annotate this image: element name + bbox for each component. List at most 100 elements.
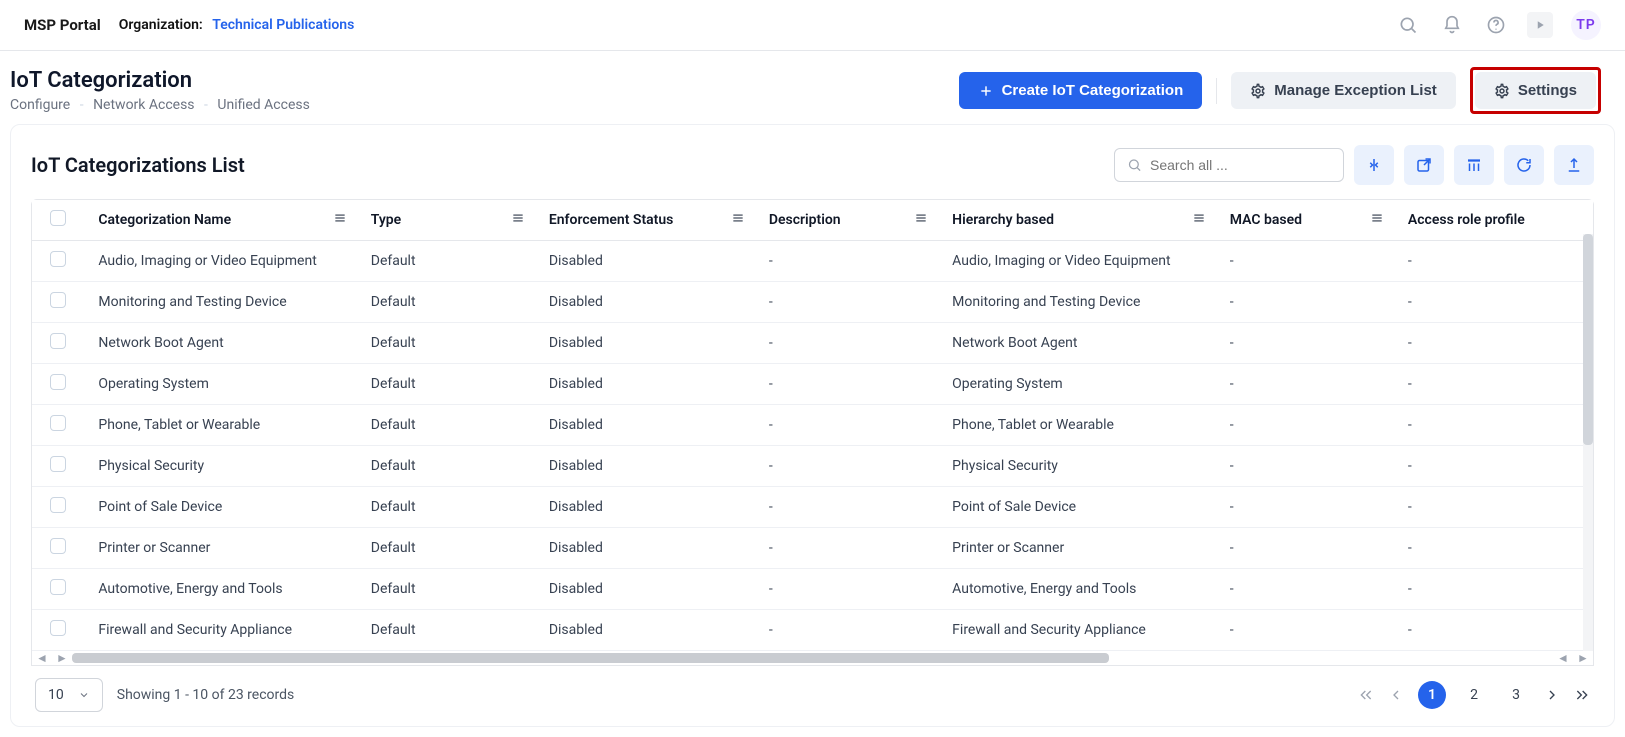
row-checkbox[interactable] <box>50 456 66 472</box>
cell-status: Disabled <box>535 446 755 487</box>
page-first-button[interactable] <box>1358 687 1374 703</box>
cell-status: Disabled <box>535 323 755 364</box>
page-number-3[interactable]: 3 <box>1502 681 1530 709</box>
breadcrumb-item[interactable]: Configure <box>10 97 70 113</box>
row-checkbox-cell <box>32 569 84 610</box>
cell-name: Point of Sale Device <box>84 487 356 528</box>
cell-hierarchy: Audio, Imaging or Video Equipment <box>938 241 1216 282</box>
search-box[interactable] <box>1114 148 1344 182</box>
export-button[interactable] <box>1554 145 1594 185</box>
table-row[interactable]: Audio, Imaging or Video EquipmentDefault… <box>32 241 1593 282</box>
cell-status: Disabled <box>535 610 755 651</box>
help-icon[interactable] <box>1483 12 1509 38</box>
row-checkbox[interactable] <box>50 497 66 513</box>
cell-access: - <box>1394 569 1593 610</box>
row-checkbox[interactable] <box>50 620 66 636</box>
column-menu-icon[interactable] <box>1370 211 1384 229</box>
hscroll-right-left-icon[interactable]: ◄ <box>1553 651 1573 665</box>
row-checkbox[interactable] <box>50 415 66 431</box>
fit-columns-icon <box>1365 156 1383 174</box>
bell-icon[interactable] <box>1439 12 1465 38</box>
cell-name: Firewall and Security Appliance <box>84 610 356 651</box>
table-row[interactable]: Network Boot AgentDefaultDisabled-Networ… <box>32 323 1593 364</box>
portal-title: MSP Portal <box>24 16 101 34</box>
search-input[interactable] <box>1150 157 1331 173</box>
horizontal-scrollbar-thumb[interactable] <box>72 653 1109 663</box>
title-left: IoT Categorization Configure - Network A… <box>10 68 310 113</box>
cell-name: Printer or Scanner <box>84 528 356 569</box>
column-header-type[interactable]: Type <box>357 200 535 241</box>
page-next-button[interactable] <box>1544 687 1560 703</box>
cell-description: - <box>755 241 938 282</box>
column-header-name[interactable]: Categorization Name <box>84 200 356 241</box>
column-header-label: Categorization Name <box>98 212 231 228</box>
table-row[interactable]: Physical SecurityDefaultDisabled-Physica… <box>32 446 1593 487</box>
column-menu-icon[interactable] <box>914 211 928 229</box>
row-checkbox[interactable] <box>50 333 66 349</box>
page-number-1[interactable]: 1 <box>1418 681 1446 709</box>
table-row[interactable]: Printer or ScannerDefaultDisabled-Printe… <box>32 528 1593 569</box>
create-iot-categorization-button[interactable]: Create IoT Categorization <box>959 72 1203 109</box>
cell-mac: - <box>1216 323 1394 364</box>
row-checkbox[interactable] <box>50 538 66 554</box>
breadcrumb-item[interactable]: Unified Access <box>217 97 309 113</box>
horizontal-scrollbar-row: ◄ ► ◄ ► <box>32 651 1593 665</box>
column-header-enforcement[interactable]: Enforcement Status <box>535 200 755 241</box>
table-row[interactable]: Automotive, Energy and ToolsDefaultDisab… <box>32 569 1593 610</box>
table-row[interactable]: Operating SystemDefaultDisabled-Operatin… <box>32 364 1593 405</box>
search-icon <box>1127 157 1142 173</box>
column-header-description[interactable]: Description <box>755 200 938 241</box>
column-menu-icon[interactable] <box>511 211 525 229</box>
hscroll-left-right-icon[interactable]: ► <box>52 651 72 665</box>
hscroll-right-right-icon[interactable]: ► <box>1573 651 1593 665</box>
vertical-scrollbar[interactable] <box>1583 234 1593 655</box>
refresh-icon <box>1515 156 1533 174</box>
column-header-hierarchy[interactable]: Hierarchy based <box>938 200 1216 241</box>
columns-button[interactable] <box>1454 145 1494 185</box>
cell-description: - <box>755 323 938 364</box>
column-menu-icon[interactable] <box>731 211 745 229</box>
page-prev-button[interactable] <box>1388 687 1404 703</box>
cell-access: - <box>1394 446 1593 487</box>
row-checkbox[interactable] <box>50 579 66 595</box>
page-last-button[interactable] <box>1574 687 1590 703</box>
column-menu-icon[interactable] <box>1192 211 1206 229</box>
column-menu-icon[interactable] <box>333 211 347 229</box>
cell-access: - <box>1394 405 1593 446</box>
table-row[interactable]: Point of Sale DeviceDefaultDisabled-Poin… <box>32 487 1593 528</box>
row-checkbox[interactable] <box>50 292 66 308</box>
cell-hierarchy: Point of Sale Device <box>938 487 1216 528</box>
hscroll-left-left-icon[interactable]: ◄ <box>32 651 52 665</box>
row-checkbox[interactable] <box>50 374 66 390</box>
settings-button[interactable]: Settings <box>1475 72 1596 109</box>
column-header-mac[interactable]: MAC based <box>1216 200 1394 241</box>
records-count-text: Showing 1 - 10 of 23 records <box>117 687 295 703</box>
select-all-checkbox[interactable] <box>50 210 66 226</box>
refresh-button[interactable] <box>1504 145 1544 185</box>
column-header-access[interactable]: Access role profile <box>1394 200 1593 241</box>
row-checkbox-cell <box>32 610 84 651</box>
page-size-select[interactable]: 10 <box>35 678 103 712</box>
cell-mac: - <box>1216 282 1394 323</box>
table-row[interactable]: Monitoring and Testing DeviceDefaultDisa… <box>32 282 1593 323</box>
table-footer: 10 Showing 1 - 10 of 23 records 123 <box>31 666 1594 712</box>
fit-columns-button[interactable] <box>1354 145 1394 185</box>
page-number-2[interactable]: 2 <box>1460 681 1488 709</box>
settings-highlight: Settings <box>1470 67 1601 114</box>
create-button-label: Create IoT Categorization <box>1002 82 1184 99</box>
horizontal-scrollbar-track[interactable] <box>72 653 1553 663</box>
manage-exception-list-button[interactable]: Manage Exception List <box>1231 72 1456 109</box>
row-checkbox[interactable] <box>50 251 66 267</box>
organization-selector[interactable]: Organization: Technical Publications <box>119 17 355 33</box>
table-row[interactable]: Firewall and Security ApplianceDefaultDi… <box>32 610 1593 651</box>
breadcrumb-item[interactable]: Network Access <box>93 97 194 113</box>
user-avatar[interactable]: TP <box>1571 10 1601 40</box>
cell-type: Default <box>357 282 535 323</box>
table-row[interactable]: Phone, Tablet or WearableDefaultDisabled… <box>32 405 1593 446</box>
cell-mac: - <box>1216 364 1394 405</box>
open-external-button[interactable] <box>1404 145 1444 185</box>
vertical-scrollbar-thumb[interactable] <box>1583 234 1593 445</box>
cell-name: Automotive, Energy and Tools <box>84 569 356 610</box>
search-icon[interactable] <box>1395 12 1421 38</box>
video-icon[interactable] <box>1527 12 1553 38</box>
